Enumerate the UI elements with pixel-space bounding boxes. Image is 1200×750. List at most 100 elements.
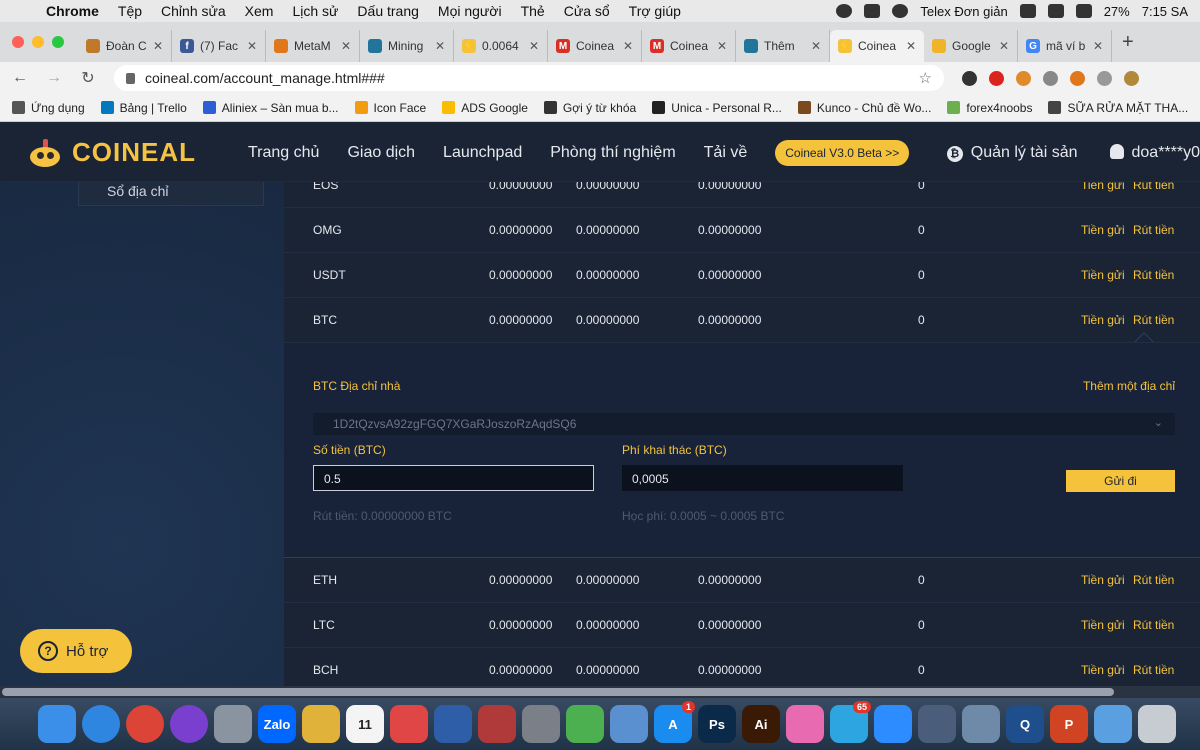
bookmark-item[interactable]: Icon Face xyxy=(354,101,426,115)
menu-item[interactable]: Mọi người xyxy=(438,3,502,19)
browser-tab[interactable]: Google ✕ xyxy=(924,30,1018,62)
browser-tab[interactable]: f (7) Fac ✕ xyxy=(172,30,266,62)
folder-icon[interactable] xyxy=(1094,705,1132,743)
extension-icon[interactable] xyxy=(962,70,977,86)
bookmark-item[interactable]: SỮA RỬA MẶT THA... xyxy=(1048,101,1188,115)
photos-icon[interactable] xyxy=(478,705,516,743)
notes-icon[interactable] xyxy=(302,705,340,743)
profile-avatar[interactable] xyxy=(1124,70,1139,86)
powerpoint-icon[interactable]: P xyxy=(1050,705,1088,743)
app-icon[interactable] xyxy=(566,705,604,743)
clock[interactable]: 7:15 SA xyxy=(1142,4,1188,19)
deposit-link[interactable]: Tiền gửi xyxy=(1081,223,1125,237)
close-tab-icon[interactable]: ✕ xyxy=(153,39,163,53)
deposit-link[interactable]: Tiền gửi xyxy=(1081,182,1125,192)
wifi-icon[interactable] xyxy=(1047,4,1064,18)
fee-input[interactable]: 0,0005 xyxy=(622,465,903,491)
browser-tab[interactable]: ⚡ Coinea ✕ xyxy=(830,30,924,62)
battery-level[interactable]: 27% xyxy=(1104,4,1130,19)
new-tab-button[interactable]: + xyxy=(1122,31,1134,54)
bookmark-item[interactable]: ADS Google xyxy=(442,101,528,115)
withdraw-link[interactable]: Rút tiền xyxy=(1133,618,1174,632)
preview-icon[interactable] xyxy=(610,705,648,743)
url-text[interactable]: coineal.com/account_manage.html### xyxy=(145,70,385,86)
send-button[interactable]: Gửi đi xyxy=(1066,470,1175,492)
launchpad-icon[interactable] xyxy=(214,705,252,743)
extension-icon[interactable] xyxy=(1016,70,1031,86)
app-icon[interactable] xyxy=(962,705,1000,743)
atom-icon[interactable] xyxy=(918,705,956,743)
menu-item[interactable]: Cửa sổ xyxy=(564,3,610,19)
deposit-link[interactable]: Tiền gửi xyxy=(1081,268,1125,282)
browser-tab[interactable]: Mining ✕ xyxy=(360,30,454,62)
close-tab-icon[interactable]: ✕ xyxy=(717,39,727,53)
chrome-icon[interactable] xyxy=(126,705,164,743)
reload-button[interactable]: ↻ xyxy=(80,68,96,88)
bluetooth-icon[interactable] xyxy=(1019,4,1036,18)
browser-tab[interactable]: MetaM ✕ xyxy=(266,30,360,62)
nav-link[interactable]: Launchpad xyxy=(443,144,522,162)
bookmark-item[interactable]: forex4noobs xyxy=(947,101,1032,115)
deposit-link[interactable]: Tiền gửi xyxy=(1081,313,1125,327)
photoshop-icon[interactable]: Ps xyxy=(698,705,736,743)
close-window-button[interactable] xyxy=(12,36,24,48)
app-icon[interactable] xyxy=(390,705,428,743)
menu-item[interactable]: Thẻ xyxy=(521,3,545,19)
help-button[interactable]: ? Hỗ trợ xyxy=(20,629,132,673)
coineal-logo[interactable]: COINEAL xyxy=(28,137,196,169)
telegram-icon[interactable]: 65 xyxy=(830,701,871,743)
close-tab-icon[interactable]: ✕ xyxy=(906,39,916,53)
user-menu[interactable]: doa****y0 xyxy=(1109,143,1200,162)
trash-icon[interactable] xyxy=(1138,705,1176,743)
sidebar-item-address-book[interactable]: Sổ địa chỉ xyxy=(78,182,264,206)
close-tab-icon[interactable]: ✕ xyxy=(623,39,633,53)
appstore-icon[interactable]: A1 xyxy=(654,701,695,743)
zoom-icon[interactable] xyxy=(874,705,912,743)
scrollbar-thumb[interactable] xyxy=(2,688,1114,696)
withdraw-link[interactable]: Rút tiền xyxy=(1133,268,1174,282)
nav-link[interactable]: Phòng thí nghiệm xyxy=(550,144,675,162)
menu-item[interactable]: Chrome xyxy=(46,3,99,19)
url-bar[interactable]: coineal.com/account_manage.html### ☆ xyxy=(114,65,944,91)
menu-item[interactable]: Lịch sử xyxy=(292,3,338,19)
bookmark-star-icon[interactable]: ☆ xyxy=(919,69,932,87)
address-select[interactable]: 1D2tQzvsA92zgFGQ7XGaRJoszoRzAqdSQ6 ⌄ xyxy=(313,413,1175,435)
bookmark-item[interactable]: Bảng | Trello xyxy=(100,101,187,115)
preferences-icon[interactable] xyxy=(522,705,560,743)
folder-icon[interactable] xyxy=(786,705,824,743)
menu-item[interactable]: Xem xyxy=(245,3,274,19)
bookmark-item[interactable]: Aliniex – Sàn mua b... xyxy=(202,101,339,115)
withdraw-link[interactable]: Rút tiền xyxy=(1133,313,1174,327)
input-method[interactable]: Telex Đơn giản xyxy=(920,4,1007,19)
bookmark-item[interactable]: Unica - Personal R... xyxy=(652,101,782,115)
minimize-window-button[interactable] xyxy=(32,36,44,48)
amount-input[interactable]: 0.5 xyxy=(313,465,594,491)
extension-icon[interactable] xyxy=(1097,70,1112,86)
menu-item[interactable]: Tệp xyxy=(118,3,142,19)
illustrator-icon[interactable]: Ai xyxy=(742,705,780,743)
browser-tab[interactable]: Đoàn C ✕ xyxy=(78,30,172,62)
asset-management-link[interactable]: ₿ Quản lý tài sản xyxy=(946,144,1078,162)
withdraw-link[interactable]: Rút tiền xyxy=(1133,573,1174,587)
deposit-link[interactable]: Tiền gửi xyxy=(1081,573,1125,587)
siri-icon[interactable] xyxy=(170,705,208,743)
apple-icon[interactable] xyxy=(12,3,26,19)
app-icon[interactable] xyxy=(434,705,472,743)
close-tab-icon[interactable]: ✕ xyxy=(435,39,445,53)
close-tab-icon[interactable]: ✕ xyxy=(529,39,539,53)
beta-button[interactable]: Coineal V3.0 Beta >> xyxy=(775,139,910,166)
withdraw-link[interactable]: Rút tiền xyxy=(1133,223,1174,237)
search-icon[interactable] xyxy=(892,4,909,18)
notification-icon[interactable] xyxy=(836,4,853,18)
calendar-icon[interactable]: 11 xyxy=(346,705,384,743)
browser-tab[interactable]: ⚡ 0.0064 ✕ xyxy=(454,30,548,62)
volume-icon[interactable] xyxy=(1075,4,1092,18)
forward-button[interactable]: → xyxy=(46,69,62,87)
screen-icon[interactable] xyxy=(864,4,881,18)
bookmark-item[interactable]: Gợi ý từ khóa xyxy=(543,101,636,115)
browser-tab[interactable]: Thêm ✕ xyxy=(736,30,830,62)
extension-icon[interactable] xyxy=(989,70,1004,86)
quicktime-icon[interactable]: Q xyxy=(1006,705,1044,743)
browser-tab[interactable]: M Coinea ✕ xyxy=(548,30,642,62)
close-tab-icon[interactable]: ✕ xyxy=(999,39,1009,53)
